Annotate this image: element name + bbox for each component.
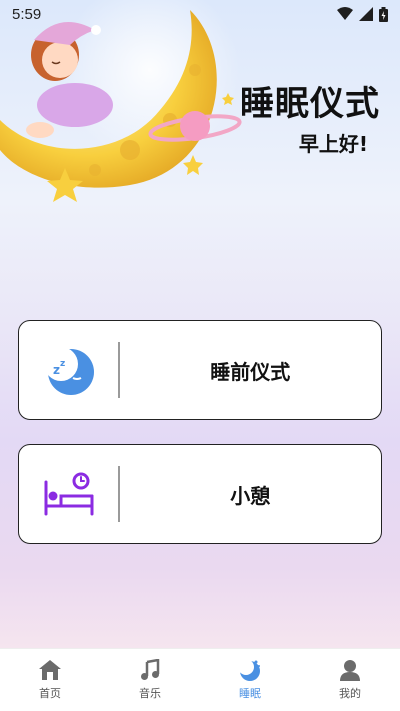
sleepy-moon-icon: z z: [43, 347, 94, 395]
music-note-icon: [141, 659, 160, 680]
svg-text:z: z: [60, 359, 65, 369]
tab-profile[interactable]: 我的: [300, 649, 400, 711]
user-icon: [340, 660, 360, 681]
page-title: 睡眠仪式: [240, 84, 380, 124]
svg-text:z: z: [53, 363, 60, 377]
bed-alarm-icon: [44, 472, 93, 516]
nap-label: 小憩: [230, 483, 271, 508]
wifi-icon: [337, 7, 353, 20]
tab-home-label: 首页: [39, 687, 61, 700]
battery-icon: [379, 6, 388, 22]
nap-card[interactable]: 小憩: [18, 444, 382, 544]
sleeping-girl-moon-illustration: [0, 0, 242, 202]
tab-music-label: 音乐: [139, 687, 161, 700]
bedtime-ritual-card[interactable]: z z 睡前仪式: [18, 320, 382, 420]
signal-icon: [359, 7, 373, 21]
status-icons: [337, 6, 388, 22]
tab-sleep[interactable]: 睡眠: [200, 649, 300, 711]
tab-music[interactable]: 音乐: [100, 649, 200, 711]
tab-sleep-label: 睡眠: [239, 687, 261, 700]
tab-profile-label: 我的: [339, 687, 361, 700]
home-icon: [39, 660, 61, 680]
bedtime-ritual-label: 睡前仪式: [210, 359, 291, 384]
greeting-text: 早上好!: [298, 132, 368, 156]
status-bar: 5:59: [0, 0, 400, 28]
tab-home[interactable]: 首页: [0, 649, 100, 711]
bottom-tab-bar: 首页 音乐 睡眠 我的: [0, 648, 400, 711]
status-time: 5:59: [12, 5, 42, 23]
moon-icon: [238, 659, 260, 681]
card-icon-wrap: [19, 445, 118, 543]
card-icon-wrap: z z: [19, 321, 118, 419]
